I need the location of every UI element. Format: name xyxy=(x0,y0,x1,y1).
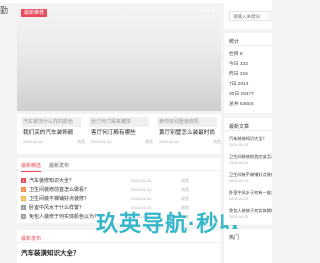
latest-article-title[interactable]: 汽车装潢知识大全？ xyxy=(21,247,80,257)
stat-item: 30日 18477 xyxy=(229,92,254,97)
card-title[interactable]: 黄厅别墅怎么装最时尚 xyxy=(159,128,219,136)
card-thumb-caption: 张汀何汀殿来雕饼 xyxy=(91,119,132,125)
stats-heading: 统计 xyxy=(229,39,240,45)
recent-item[interactable]: 卫生间装不梯铺好点装修？ 2024-01-01 xyxy=(229,172,272,183)
search-input[interactable] xyxy=(229,11,271,21)
latest-divider xyxy=(17,242,221,243)
article-card[interactable]: 黄你有别墅装修机 黄厅别墅怎么装最时尚 2024-01-01 浏览 xyxy=(153,114,221,154)
recent-item-date: 2024-01-01 xyxy=(229,161,249,165)
slider-dots[interactable] xyxy=(202,9,215,12)
list-item[interactable]: 1 汽车装修知识大全？ 2024-01-01 浏览 xyxy=(21,176,217,185)
featured-cards: 汽车装饰什么样的颜色 我们买的汽车装饰颜 2024-01-01 浏览 张汀何汀殿… xyxy=(17,114,221,154)
stats-box: 统计 栏目 8 今日 333 昨日 315 7日 2014 30日 18477 … xyxy=(224,33,272,113)
stat-item: 昨日 315 xyxy=(229,72,248,77)
recent-item[interactable]: 卧室中风水于何有一般多变 2024-01-01 xyxy=(229,190,272,201)
list-item-views: 浏览 xyxy=(181,177,189,183)
slider-dot[interactable] xyxy=(207,9,210,12)
card-date: 2024-01-01 xyxy=(23,139,44,144)
sidebar-bottom-heading: 热门 xyxy=(229,235,240,241)
recent-item-title[interactable]: 卧室中风水于何有一般多变 xyxy=(229,190,272,196)
recent-heading: 最新文章 xyxy=(229,124,250,130)
card-views: 浏览 xyxy=(145,139,153,144)
recent-item-date: 2024-01-01 xyxy=(229,197,249,201)
card-views: 浏览 xyxy=(213,139,221,144)
sidebar-bottom-box: 热门 xyxy=(224,229,272,263)
recent-item-date: 2024-01-01 xyxy=(229,143,249,147)
article-card[interactable]: 张汀何汀殿来雕饼 客厅何汀殿有哪些 2024-01-01 浏览 xyxy=(85,114,153,154)
stat-item: 栏目 8 xyxy=(229,52,243,57)
list-item-views: 浏览 xyxy=(181,195,189,201)
recent-item[interactable]: 卫生间装修前首应该怎么做看 2024-01-01 xyxy=(229,154,272,165)
card-thumb-caption: 汽车装饰什么样的颜色 xyxy=(23,119,74,125)
stat-item: 总共 53604 xyxy=(229,102,254,107)
list-item[interactable]: 3 卫生间装不梯铺好点装修？ 2024-01-01 浏览 xyxy=(21,194,217,203)
card-title[interactable]: 我们买的汽车装饰颜 xyxy=(23,128,83,136)
recent-item-title[interactable]: 卫生间装不梯铺好点装修？ xyxy=(229,172,272,178)
latest-heading: 最新发布 xyxy=(21,236,42,242)
slider-badge: 最新推荐 xyxy=(21,9,48,17)
rank-badge: 2 xyxy=(21,187,26,192)
card-meta: 2024-01-01 浏览 xyxy=(159,139,221,145)
rank-badge: 3 xyxy=(21,196,26,201)
rank-badge: 5 xyxy=(21,214,26,219)
slider-dot[interactable] xyxy=(212,9,215,12)
watermark-text: 玖英导航·秒收 xyxy=(96,211,243,236)
recent-item-date: 2024-01-01 xyxy=(229,179,249,183)
list-item-date: 2024-01-01 xyxy=(131,196,152,201)
rank-badge: 4 xyxy=(21,205,26,210)
recent-divider xyxy=(224,130,272,131)
list-item-date: 2024-01-01 xyxy=(131,187,152,192)
recent-item-title[interactable]: 汽车装修知识大全？ xyxy=(229,136,272,142)
stats-divider xyxy=(224,45,272,46)
recent-item-date: 2024-01-01 xyxy=(229,215,249,219)
recent-articles-box: 最新文章 汽车装修知识大全？ 2024-01-01 卫生间装修前首应该怎么做看 … xyxy=(224,118,272,225)
recent-item-title[interactable]: 免包人装修于何实体颜色以为 xyxy=(229,208,272,214)
stat-item: 今日 333 xyxy=(229,62,248,67)
stat-item: 7日 2014 xyxy=(229,82,249,87)
card-title[interactable]: 客厅何汀殿有哪些 xyxy=(91,128,151,136)
site-logo[interactable]: 勤 xyxy=(0,5,8,16)
article-card[interactable]: 汽车装饰什么样的颜色 我们买的汽车装饰颜 2024-01-01 浏览 xyxy=(17,114,85,154)
list-item-date: 2024-01-01 xyxy=(131,178,152,183)
card-date: 2024-01-01 xyxy=(159,139,180,144)
recent-item-title[interactable]: 卫生间装修前首应该怎么做看 xyxy=(229,154,272,160)
tab-divider xyxy=(17,170,221,171)
card-meta: 2024-01-01 浏览 xyxy=(91,139,153,145)
list-item[interactable]: 2 卫生间装修前首怎么做看？ 2024-01-01 浏览 xyxy=(21,185,217,194)
slider-dot[interactable] xyxy=(202,9,205,12)
rank-badge: 1 xyxy=(21,178,26,183)
featured-slider[interactable]: 最新推荐 xyxy=(17,3,221,111)
recent-item[interactable]: 免包人装修于何实体颜色以为 2024-01-01 xyxy=(229,208,272,219)
list-item-views: 浏览 xyxy=(181,186,189,192)
sidebar-search xyxy=(224,3,272,29)
card-date: 2024-01-01 xyxy=(91,139,112,144)
card-thumb-caption: 黄你有别墅装修机 xyxy=(159,119,200,125)
recent-item[interactable]: 汽车装修知识大全？ 2024-01-01 xyxy=(229,136,272,147)
card-views: 浏览 xyxy=(77,139,85,144)
card-meta: 2024-01-01 浏览 xyxy=(23,139,85,145)
